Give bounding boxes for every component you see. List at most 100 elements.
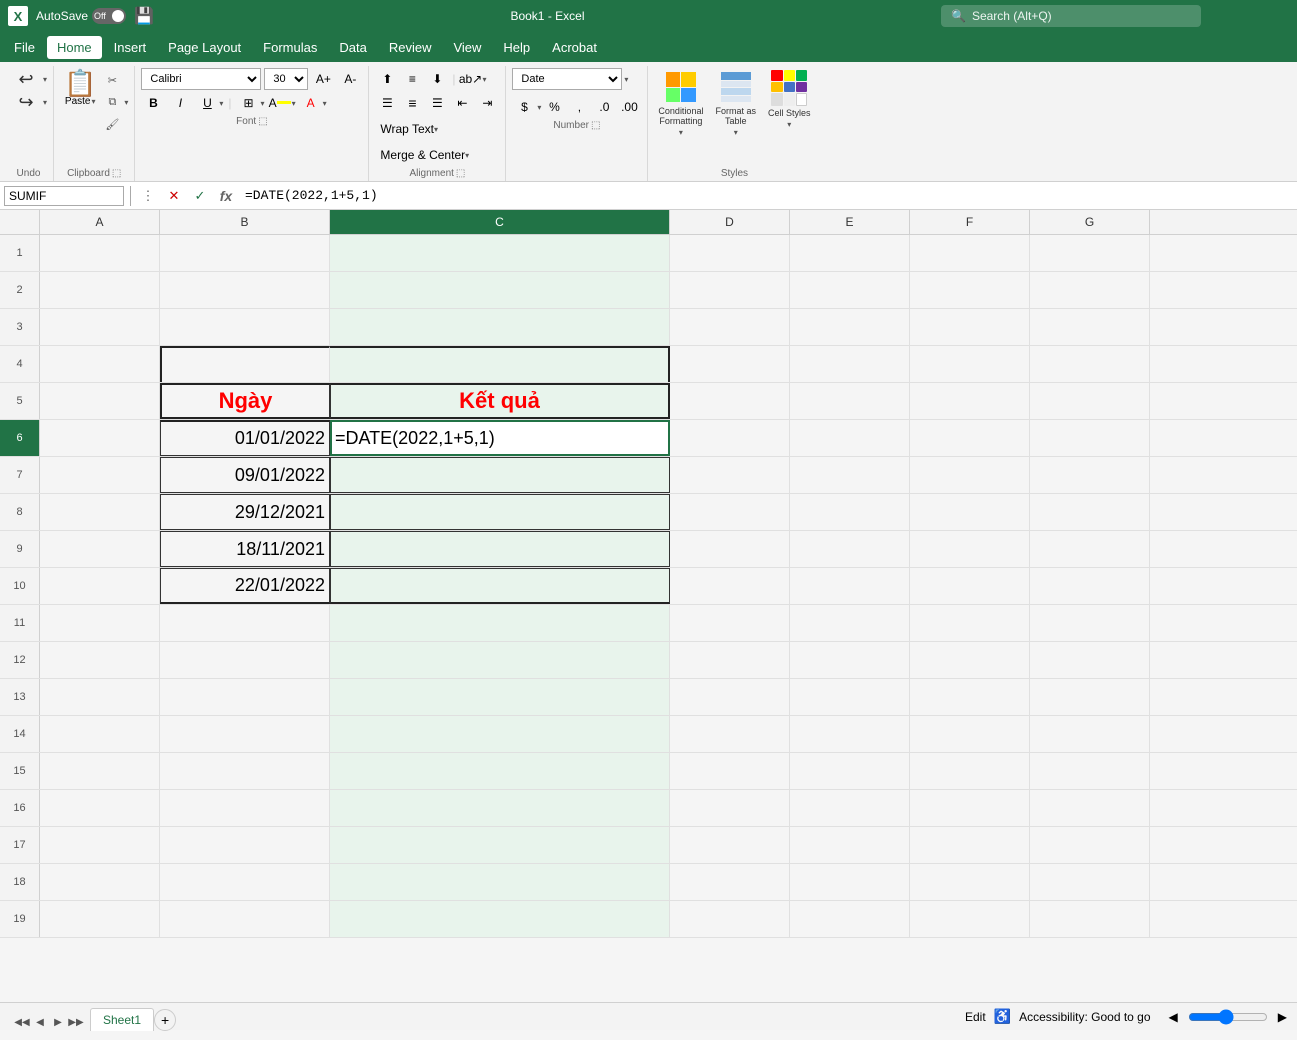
cell-e1[interactable] bbox=[790, 235, 910, 271]
row-num[interactable]: 14 bbox=[0, 716, 40, 752]
align-right-button[interactable]: ☰ bbox=[425, 92, 449, 114]
cell-d1[interactable] bbox=[670, 235, 790, 271]
cell-f5[interactable] bbox=[910, 383, 1030, 419]
cell-c4[interactable] bbox=[330, 346, 670, 382]
cell-b5[interactable]: Ngày bbox=[160, 383, 330, 419]
clipboard-expand-icon[interactable]: ⬚ bbox=[112, 168, 121, 179]
number-format-select[interactable]: Date bbox=[512, 68, 622, 90]
row-num[interactable]: 2 bbox=[0, 272, 40, 308]
cell-f3[interactable] bbox=[910, 309, 1030, 345]
cell-d9[interactable] bbox=[670, 531, 790, 567]
formula-more-button[interactable]: ⋮ bbox=[137, 185, 159, 207]
border-dropdown[interactable]: ▾ bbox=[261, 99, 265, 108]
undo-dropdown-arrow[interactable]: ▾ bbox=[43, 75, 47, 84]
cell-f10[interactable] bbox=[910, 568, 1030, 604]
save-icon[interactable]: 💾 bbox=[134, 6, 154, 26]
conditional-formatting-button[interactable]: ConditionalFormatting ▾ bbox=[654, 68, 707, 139]
cell-a4[interactable] bbox=[40, 346, 160, 382]
cell-e11[interactable] bbox=[790, 605, 910, 641]
percent-button[interactable]: % bbox=[542, 96, 566, 118]
row-num[interactable]: 12 bbox=[0, 642, 40, 678]
paste-button[interactable]: 📋 Paste ▾ bbox=[60, 68, 100, 109]
merge-center-button[interactable]: Merge & Center ▾ bbox=[375, 144, 474, 166]
cell-c11[interactable] bbox=[330, 605, 670, 641]
redo-dropdown-arrow[interactable]: ▾ bbox=[43, 98, 47, 107]
menu-file[interactable]: File bbox=[4, 36, 45, 59]
cell-f4[interactable] bbox=[910, 346, 1030, 382]
menu-help[interactable]: Help bbox=[493, 36, 540, 59]
cell-b1[interactable] bbox=[160, 235, 330, 271]
copy-dropdown[interactable]: ▾ bbox=[124, 98, 128, 107]
orientation-dropdown[interactable]: ▾ bbox=[483, 75, 487, 84]
cell-d2[interactable] bbox=[670, 272, 790, 308]
cell-b2[interactable] bbox=[160, 272, 330, 308]
increase-font-button[interactable]: A+ bbox=[311, 68, 335, 90]
cell-d8[interactable] bbox=[670, 494, 790, 530]
align-middle-button[interactable]: ≡ bbox=[400, 68, 424, 90]
row-num[interactable]: 8 bbox=[0, 494, 40, 530]
menu-data[interactable]: Data bbox=[329, 36, 376, 59]
cell-a11[interactable] bbox=[40, 605, 160, 641]
number-expand-icon[interactable]: ⬚ bbox=[591, 120, 600, 131]
cell-g2[interactable] bbox=[1030, 272, 1150, 308]
row-num[interactable]: 13 bbox=[0, 679, 40, 715]
cell-b8[interactable]: 29/12/2021 bbox=[160, 494, 330, 530]
menu-insert[interactable]: Insert bbox=[104, 36, 157, 59]
font-color-dropdown[interactable]: ▾ bbox=[323, 99, 327, 108]
cancel-button[interactable]: ✕ bbox=[163, 185, 185, 207]
cell-g5[interactable] bbox=[1030, 383, 1150, 419]
cell-f7[interactable] bbox=[910, 457, 1030, 493]
menu-page-layout[interactable]: Page Layout bbox=[158, 36, 251, 59]
format-painter-button[interactable]: 🖌 bbox=[102, 114, 122, 134]
cell-g4[interactable] bbox=[1030, 346, 1150, 382]
cell-b3[interactable] bbox=[160, 309, 330, 345]
cell-f2[interactable] bbox=[910, 272, 1030, 308]
row-num[interactable]: 6 bbox=[0, 420, 40, 456]
menu-view[interactable]: View bbox=[443, 36, 491, 59]
row-num[interactable]: 16 bbox=[0, 790, 40, 826]
cell-g8[interactable] bbox=[1030, 494, 1150, 530]
row-num[interactable]: 19 bbox=[0, 901, 40, 937]
col-header-a[interactable]: A bbox=[40, 210, 160, 234]
fill-color-button[interactable]: A bbox=[268, 92, 292, 114]
font-size-select[interactable]: 30 bbox=[264, 68, 308, 90]
cell-c2[interactable] bbox=[330, 272, 670, 308]
redo-button[interactable]: ↪ bbox=[10, 91, 42, 113]
decrease-decimal-button[interactable]: .00 bbox=[617, 96, 641, 118]
cell-b7[interactable]: 09/01/2022 bbox=[160, 457, 330, 493]
paste-dropdown[interactable]: ▾ bbox=[91, 97, 95, 106]
format-as-table-button[interactable]: Format asTable ▾ bbox=[711, 68, 760, 139]
cell-d11[interactable] bbox=[670, 605, 790, 641]
cell-f1[interactable] bbox=[910, 235, 1030, 271]
align-center-button[interactable]: ≡ bbox=[400, 92, 424, 114]
cell-f8[interactable] bbox=[910, 494, 1030, 530]
orientation-button[interactable]: ab↗ bbox=[459, 68, 483, 90]
menu-acrobat[interactable]: Acrobat bbox=[542, 36, 607, 59]
cell-e6[interactable] bbox=[790, 420, 910, 456]
cell-d5[interactable] bbox=[670, 383, 790, 419]
italic-button[interactable]: I bbox=[168, 92, 192, 114]
merge-dropdown[interactable]: ▾ bbox=[465, 151, 469, 160]
increase-indent-button[interactable]: ⇥ bbox=[475, 92, 499, 114]
row-num[interactable]: 17 bbox=[0, 827, 40, 863]
cell-c5[interactable]: Kết quả bbox=[330, 383, 670, 419]
cell-f6[interactable] bbox=[910, 420, 1030, 456]
cell-e3[interactable] bbox=[790, 309, 910, 345]
increase-decimal-button[interactable]: .0 bbox=[592, 96, 616, 118]
menu-formulas[interactable]: Formulas bbox=[253, 36, 327, 59]
col-header-f[interactable]: F bbox=[910, 210, 1030, 234]
col-header-d[interactable]: D bbox=[670, 210, 790, 234]
cell-b11[interactable] bbox=[160, 605, 330, 641]
cell-c8[interactable] bbox=[330, 494, 670, 530]
cell-g9[interactable] bbox=[1030, 531, 1150, 567]
bold-button[interactable]: B bbox=[141, 92, 165, 114]
font-name-select[interactable]: Calibri bbox=[141, 68, 261, 90]
cell-e8[interactable] bbox=[790, 494, 910, 530]
cell-e5[interactable] bbox=[790, 383, 910, 419]
cell-c6[interactable]: =DATE(2022,1+5,1) bbox=[330, 420, 670, 456]
cell-styles-dropdown[interactable]: ▾ bbox=[787, 120, 791, 129]
insert-function-button[interactable]: fx bbox=[215, 185, 237, 207]
cell-b6[interactable]: 01/01/2022 bbox=[160, 420, 330, 456]
menu-review[interactable]: Review bbox=[379, 36, 442, 59]
row-num[interactable]: 10 bbox=[0, 568, 40, 604]
